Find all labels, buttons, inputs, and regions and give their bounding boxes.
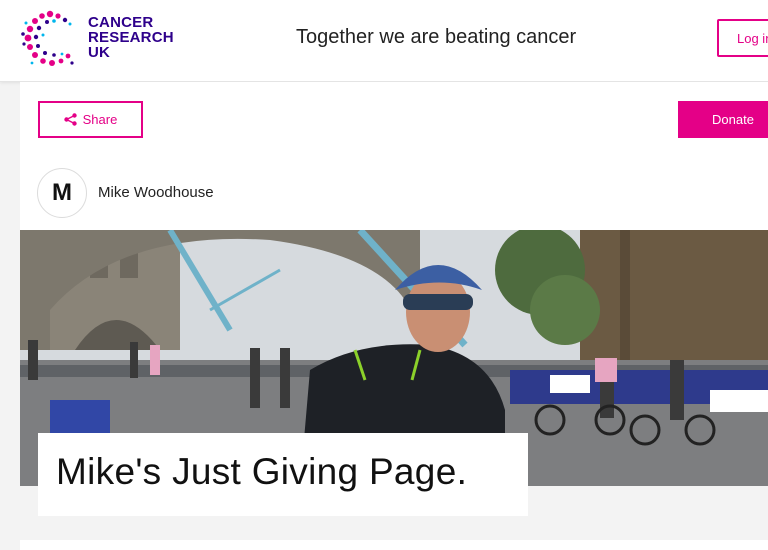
fundraising-page-card: Share Donate M Mike Woodhouse [20,82,768,486]
brand-line-1: CANCER [88,14,154,31]
header-tagline: Together we are beating cancer [296,26,577,48]
donate-button[interactable]: Donate [678,101,768,138]
cancer-research-uk-logo[interactable] [18,8,82,70]
owner-name: Mike Woodhouse [98,184,214,201]
page-title: Mike's Just Giving Page. [56,451,468,492]
brand-wordmark: CANCER RESEARCH UK [88,15,174,60]
brand-line-2: RESEARCH [88,29,174,46]
share-button[interactable]: Share [38,101,143,138]
content-section-top [20,540,768,550]
brand-line-3: UK [88,44,111,61]
share-label: Share [82,112,118,127]
site-header: CANCER RESEARCH UK Together we are beati… [0,0,768,82]
page-title-box: Mike's Just Giving Page. [38,433,528,516]
share-icon [63,113,77,126]
login-button[interactable]: Log in [717,19,768,57]
owner-avatar: M [37,168,87,218]
